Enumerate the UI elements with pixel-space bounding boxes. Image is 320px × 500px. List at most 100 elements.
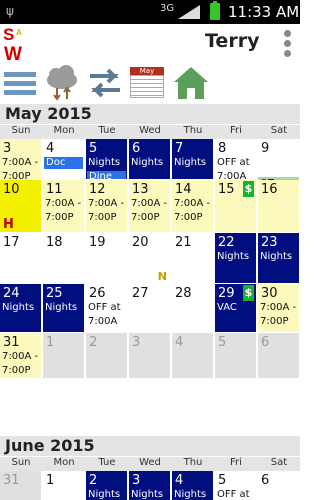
app-logo[interactable]: S A W — [2, 26, 36, 62]
calendar-day-cell[interactable]: 29 VAC $ — [215, 284, 256, 332]
calendar-day-cell[interactable]: 5 OFF at — [215, 471, 256, 500]
calendar-day-cell[interactable]: 4 Doc — [43, 139, 84, 179]
calendar-day-cell[interactable]: 6 — [258, 333, 299, 378]
calendar-day-cell[interactable]: 12 7:00A - 7:00P — [86, 180, 127, 232]
calendar-day-cell[interactable]: 18 — [43, 233, 84, 283]
calendar-day-cell[interactable]: 22 Nights — [215, 233, 256, 283]
shift-text: OFF at — [88, 302, 121, 313]
calendar-day-cell[interactable]: 16 — [258, 180, 299, 232]
day-number: 4 — [175, 473, 184, 488]
day-number: 30 — [261, 286, 278, 301]
weekday-label: Sat — [270, 125, 288, 136]
day-number: 19 — [89, 235, 106, 250]
calendar-day-cell[interactable]: 15 $ — [215, 180, 256, 232]
day-number: 2 — [89, 473, 98, 488]
day-number: 6 — [261, 473, 270, 488]
calendar-day-cell[interactable]: 30 7:00A - 7:00P — [258, 284, 299, 332]
weekday-label: Tue — [98, 125, 116, 136]
overflow-menu-icon[interactable] — [281, 28, 293, 58]
calendar-day-cell[interactable]: 17 — [0, 233, 41, 283]
shift-text: 7:00P — [260, 316, 289, 327]
calendar-day-cell[interactable]: 23 Nights — [258, 233, 299, 283]
day-number: 11 — [46, 182, 63, 197]
day-number: 14 — [175, 182, 192, 197]
shift-text: Nights — [174, 489, 207, 500]
shift-text: VAC — [217, 302, 237, 313]
event-tag[interactable]: Dine — [87, 171, 126, 179]
calendar-day-cell[interactable]: 3 — [129, 333, 170, 378]
calendar-day-cell[interactable]: 1 — [43, 333, 84, 378]
shift-text: OFF at — [217, 489, 250, 500]
day-number: 6 — [132, 141, 141, 156]
weekday-label: Thu — [183, 457, 203, 468]
calendar-day-cell[interactable]: 24 Nights — [0, 284, 41, 332]
calendar-day-cell[interactable]: 25 Nights — [43, 284, 84, 332]
day-number: 24 — [3, 286, 20, 301]
day-number: 29 — [218, 286, 235, 301]
usb-icon: ψ — [6, 4, 14, 18]
calendar-day-cell[interactable]: 31 7:00A - 7:00P — [0, 333, 41, 378]
day-number: 4 — [175, 335, 184, 350]
calendar-day-cell[interactable]: 21 — [172, 233, 213, 283]
weekday-label: Sun — [11, 125, 31, 136]
day-number: 9 — [261, 141, 270, 156]
swap-icon[interactable] — [86, 64, 124, 102]
weekday-label: Wed — [139, 125, 161, 136]
event-tag[interactable]: Doc — [44, 157, 83, 169]
calendar-day-cell[interactable]: 5 — [215, 333, 256, 378]
calendar-day-cell[interactable]: 13 7:00A - 7:00P — [129, 180, 170, 232]
payday-icon: $ — [243, 285, 254, 301]
calendar-day-cell[interactable]: 4 — [172, 333, 213, 378]
calendar-day-cell[interactable]: 6 — [258, 471, 299, 500]
day-number: 5 — [218, 335, 227, 350]
weekday-label: Thu — [183, 125, 203, 136]
shift-text: 7:00P — [174, 212, 203, 223]
calendar-day-cell[interactable]: 3 Nights — [129, 471, 170, 500]
calendar-day-cell[interactable]: 31 — [0, 471, 41, 500]
calendar-day-cell[interactable]: 14 7:00A - 7:00P — [172, 180, 213, 232]
day-number: 18 — [46, 235, 63, 250]
shift-text: Nights — [217, 251, 250, 262]
calendar-day-cell[interactable]: 27 — [129, 284, 170, 332]
svg-text:S: S — [3, 26, 14, 44]
calendar-icon[interactable]: May — [128, 64, 166, 102]
calendar-day-cell[interactable]: 2 — [86, 333, 127, 378]
calendar-day-cell[interactable]: 5 Nights Dine — [86, 139, 127, 179]
day-number: 5 — [218, 473, 227, 488]
shift-text: Nights — [2, 302, 35, 313]
calendar-day-cell[interactable]: 10 H — [0, 180, 41, 232]
menu-icon[interactable] — [2, 64, 40, 102]
calendar-icon-label: May — [130, 67, 164, 75]
day-number: 21 — [175, 235, 192, 250]
status-bar: ψ 3G 11:33 AM — [0, 0, 300, 24]
shift-text: 7:00P — [88, 212, 117, 223]
calendar-day-cell[interactable]: 19 — [86, 233, 127, 283]
calendar-day-cell[interactable]: 20 N — [129, 233, 170, 283]
clock: 11:33 AM — [228, 3, 300, 21]
note-badge: N — [157, 270, 167, 283]
weekday-label: Tue — [98, 457, 116, 468]
calendar-day-cell[interactable]: 4 Nights — [172, 471, 213, 500]
day-number: 16 — [261, 182, 278, 197]
app-bar: S A W Terry — [0, 24, 300, 62]
day-number: 8 — [218, 141, 227, 156]
calendar-day-cell[interactable]: 1 — [43, 471, 84, 500]
calendar-day-cell[interactable]: 8OFF at7:00AShop — [215, 139, 256, 179]
shift-text: 7:00A — [88, 316, 118, 327]
weekday-header: Sun Mon Tue Wed Thu Fri Sat — [0, 457, 300, 471]
calendar-day-cell[interactable]: 11 7:00A - 7:00P — [43, 180, 84, 232]
calendar-day-cell[interactable]: 7 Nights — [172, 139, 213, 179]
shift-text: Nights — [88, 489, 121, 500]
calendar-day-cell[interactable]: 6 Nights — [129, 139, 170, 179]
calendar-day-cell[interactable]: 28 — [172, 284, 213, 332]
day-number: 6 — [261, 335, 270, 350]
holiday-badge: H — [3, 217, 14, 232]
home-icon[interactable] — [172, 64, 210, 102]
day-number: 15 — [218, 182, 235, 197]
calendar-day-cell[interactable]: 2 Nights — [86, 471, 127, 500]
day-number: 4 — [46, 141, 55, 156]
shift-text: 7:00P — [131, 212, 160, 223]
calendar-day-cell[interactable]: 26 OFF at 7:00A — [86, 284, 127, 332]
weekday-label: Fri — [230, 125, 242, 136]
cloud-sync-icon[interactable] — [43, 64, 81, 102]
